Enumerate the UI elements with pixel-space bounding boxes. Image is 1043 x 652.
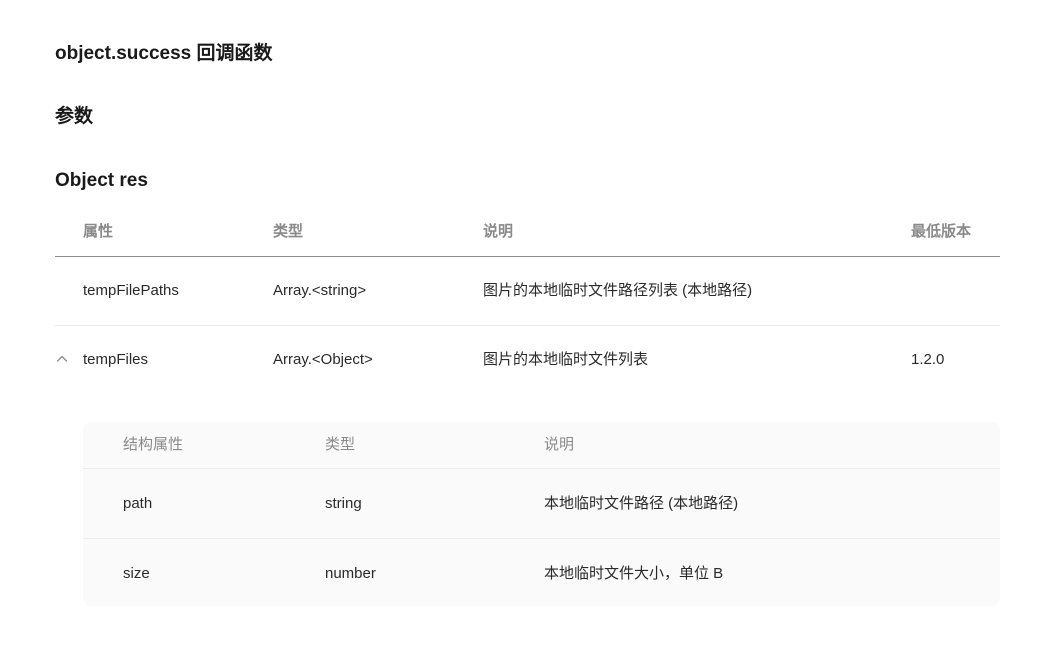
nested-properties-table: 结构属性 类型 说明 path string 本地临时文件路径 (本地路径) s… bbox=[83, 422, 1000, 606]
header-description: 说明 bbox=[483, 223, 514, 240]
table-row-expandable[interactable]: tempFiles Array.<Object> 图片的本地临时文件列表 1.2… bbox=[55, 326, 1000, 394]
nested-header-row: 结构属性 类型 说明 bbox=[83, 422, 1000, 469]
nested-property-description: 本地临时文件大小，单位 B bbox=[544, 565, 724, 582]
table-row: tempFilePaths Array.<string> 图片的本地临时文件路径… bbox=[55, 257, 1000, 326]
nested-property-name: path bbox=[123, 495, 153, 512]
nested-header-property: 结构属性 bbox=[123, 436, 184, 453]
property-type: Array.<Object> bbox=[273, 351, 373, 368]
header-type: 类型 bbox=[273, 223, 304, 240]
params-table: 属性 类型 说明 最低版本 tempFilePaths Array.<strin… bbox=[55, 208, 1000, 394]
nested-property-type: number bbox=[325, 565, 376, 582]
params-heading: 参数 bbox=[55, 106, 94, 127]
chevron-up-icon[interactable] bbox=[55, 352, 69, 366]
property-name: tempFiles bbox=[83, 351, 149, 368]
property-name: tempFilePaths bbox=[83, 282, 179, 299]
property-version: 1.2.0 bbox=[911, 351, 945, 368]
nested-property-description: 本地临时文件路径 (本地路径) bbox=[544, 495, 739, 512]
nested-property-type: string bbox=[325, 495, 362, 512]
nested-header-description: 说明 bbox=[544, 436, 575, 453]
table-header-row: 属性 类型 说明 最低版本 bbox=[55, 208, 1000, 257]
nested-header-type: 类型 bbox=[325, 436, 356, 453]
nested-table-row: size number 本地临时文件大小，单位 B bbox=[83, 539, 1000, 608]
object-res-heading: Object res bbox=[55, 170, 148, 191]
property-description: 图片的本地临时文件路径列表 (本地路径) bbox=[483, 282, 753, 299]
property-type: Array.<string> bbox=[273, 282, 367, 299]
document: object.success 回调函数 参数 Object res 属性 类型 … bbox=[0, 0, 1043, 652]
header-min-version: 最低版本 bbox=[911, 223, 972, 240]
property-description: 图片的本地临时文件列表 bbox=[483, 351, 649, 368]
callback-heading: object.success 回调函数 bbox=[55, 43, 273, 64]
header-property: 属性 bbox=[83, 223, 114, 240]
nested-property-name: size bbox=[123, 565, 150, 582]
nested-table-row: path string 本地临时文件路径 (本地路径) bbox=[83, 469, 1000, 539]
